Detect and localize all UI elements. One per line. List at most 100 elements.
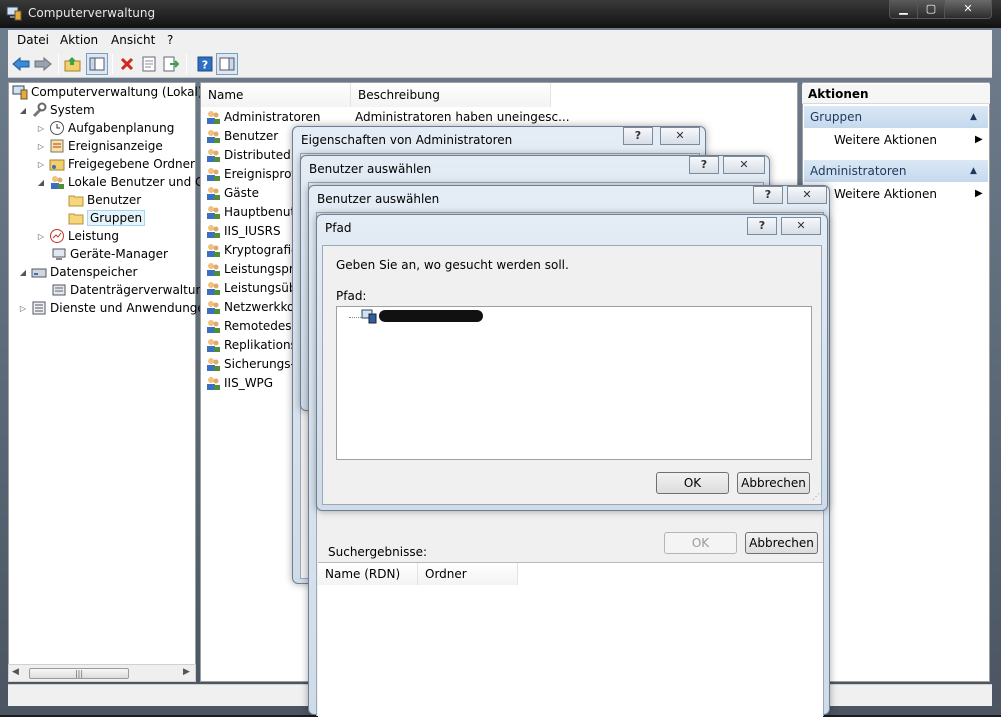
tree-item-performance[interactable]: ▷ Leistung <box>36 227 119 245</box>
expand-arrow-icon[interactable]: ▷ <box>18 304 28 313</box>
close-button[interactable]: ✕ <box>723 156 765 174</box>
tree-item-disk-management[interactable]: Datenträgerverwaltung <box>51 281 211 299</box>
resize-grip-icon[interactable]: ⋰ <box>812 492 820 501</box>
group-icon <box>205 223 221 239</box>
collapse-arrow-icon[interactable]: ◢ <box>18 268 28 277</box>
help-button[interactable]: ? <box>753 186 783 204</box>
tree-item-event-viewer[interactable]: ▷ Ereignisanzeige <box>36 137 163 155</box>
scroll-left-arrow-icon[interactable]: ◀ <box>12 667 19 677</box>
column-header-name-rdn[interactable]: Name (RDN) <box>318 563 418 585</box>
actions-section-groups[interactable]: Gruppen ▲ <box>804 106 988 128</box>
help-button[interactable]: ? <box>747 217 777 235</box>
shared-folder-icon <box>49 156 65 172</box>
help-icon[interactable]: ? <box>194 53 216 75</box>
expand-arrow-icon[interactable]: ▷ <box>36 160 46 169</box>
properties-dialog-title: Eigenschaften von Administratoren <box>301 133 513 147</box>
column-header-folder[interactable]: Ordner <box>418 563 518 585</box>
path-label: Pfad: <box>336 289 367 303</box>
performance-icon <box>49 228 65 244</box>
show-hide-action-pane-icon[interactable] <box>216 53 238 75</box>
tree-item-users[interactable]: Benutzer <box>68 191 141 209</box>
more-actions-groups[interactable]: Weitere Aktionen <box>834 133 937 147</box>
up-folder-icon[interactable] <box>62 53 84 75</box>
services-icon <box>31 300 47 316</box>
forward-icon[interactable] <box>32 53 54 75</box>
path-cancel-button[interactable]: Abbrechen <box>737 472 810 494</box>
path-ok-button[interactable]: OK <box>656 472 729 494</box>
computer-icon <box>361 308 377 327</box>
more-actions-administrators[interactable]: Weitere Aktionen <box>834 187 937 201</box>
select-users-dialog-2-title: Benutzer auswählen <box>317 192 440 206</box>
cancel-button[interactable]: Abbrechen <box>745 532 818 554</box>
group-description: Administratoren haben uneingesc... <box>355 109 570 124</box>
folder-icon <box>68 210 84 226</box>
path-tree[interactable] <box>336 306 812 460</box>
tree-item-system[interactable]: ◢ System <box>18 101 95 119</box>
group-icon <box>205 261 221 277</box>
collapse-arrow-icon[interactable]: ◢ <box>18 106 28 115</box>
search-results-list[interactable]: Name (RDN) Ordner <box>318 562 823 717</box>
close-button[interactable]: ✕ <box>660 127 700 145</box>
computer-management-icon <box>12 84 28 100</box>
tree-item-storage[interactable]: ◢ Datenspeicher <box>18 263 137 281</box>
minimize-button[interactable]: ▁ <box>889 0 918 19</box>
properties-icon[interactable] <box>138 53 160 75</box>
device-manager-icon <box>51 246 67 262</box>
help-button[interactable]: ? <box>623 127 653 145</box>
svg-text:?: ? <box>202 59 208 72</box>
menu-datei[interactable]: Datei <box>17 33 49 47</box>
clock-icon <box>49 120 65 136</box>
menu-help[interactable]: ? <box>167 33 173 47</box>
tree-item-device-manager[interactable]: Geräte-Manager <box>51 245 168 263</box>
scroll-right-arrow-icon[interactable]: ▶ <box>183 667 190 677</box>
close-button[interactable]: ✕ <box>781 217 821 235</box>
path-dialog-body: Geben Sie an, wo gesucht werden soll. Pf… <box>322 245 822 505</box>
ok-button-disabled[interactable]: OK <box>664 532 737 554</box>
table-row[interactable]: Administratoren Administratoren haben une… <box>205 107 570 126</box>
group-icon <box>205 109 221 125</box>
group-icon <box>205 356 221 372</box>
expand-arrow-icon[interactable]: ▷ <box>36 232 46 241</box>
actions-section-administrators[interactable]: Administratoren ▲ <box>804 160 988 182</box>
tree-horizontal-scrollbar[interactable]: ◀ ||| ▶ <box>8 664 196 682</box>
maximize-button[interactable]: ▢ <box>917 0 945 19</box>
collapse-arrow-icon[interactable]: ◢ <box>36 178 46 187</box>
expand-arrow-icon[interactable]: ▷ <box>36 124 46 133</box>
group-icon <box>205 204 221 220</box>
group-icon <box>205 299 221 315</box>
back-icon[interactable] <box>10 53 32 75</box>
tree-item-task-scheduler[interactable]: ▷ Aufgabenplanung <box>36 119 174 137</box>
help-button[interactable]: ? <box>689 156 719 174</box>
show-hide-console-tree-icon[interactable] <box>86 53 108 75</box>
collapse-section-icon[interactable]: ▲ <box>970 106 977 128</box>
tree-item-services-applications[interactable]: ▷ Dienste und Anwendungen <box>18 299 213 317</box>
tree-item-local-users-groups[interactable]: ◢ Lokale Benutzer und Gr <box>36 173 209 191</box>
expand-arrow-icon[interactable]: ▷ <box>36 142 46 151</box>
group-icon <box>205 337 221 353</box>
collapse-section-icon[interactable]: ▲ <box>970 160 977 182</box>
export-list-icon[interactable] <box>160 53 182 75</box>
menu-aktion[interactable]: Aktion <box>60 33 98 47</box>
folder-icon <box>68 192 84 208</box>
group-icon <box>205 318 221 334</box>
group-icon <box>205 128 221 144</box>
delete-icon[interactable] <box>116 53 138 75</box>
window-title: Computerverwaltung <box>28 6 156 20</box>
select-users-dialog-1-title: Benutzer auswählen <box>309 162 432 176</box>
tree-item-shared-folders[interactable]: ▷ Freigegebene Ordner <box>36 155 195 173</box>
scrollbar-thumb[interactable]: ||| <box>29 668 129 679</box>
column-header-name[interactable]: Name <box>201 83 351 107</box>
actions-title: Aktionen <box>802 84 990 104</box>
redacted-computer-name[interactable] <box>379 310 483 322</box>
tree-item-groups[interactable]: Gruppen <box>68 209 146 227</box>
path-prompt: Geben Sie an, wo gesucht werden soll. <box>336 258 569 272</box>
title-bar[interactable]: Computerverwaltung <box>0 0 1001 28</box>
users-icon <box>49 174 65 190</box>
close-button[interactable]: ✕ <box>944 0 992 19</box>
close-button[interactable]: ✕ <box>787 186 827 204</box>
tree-item-computer-management[interactable]: Computerverwaltung (Lokal) <box>12 83 203 101</box>
group-icon <box>205 166 221 182</box>
menu-ansicht[interactable]: Ansicht <box>111 33 155 47</box>
menu-bar: Datei Aktion Ansicht ? <box>8 30 992 50</box>
column-header-description[interactable]: Beschreibung <box>351 83 551 107</box>
